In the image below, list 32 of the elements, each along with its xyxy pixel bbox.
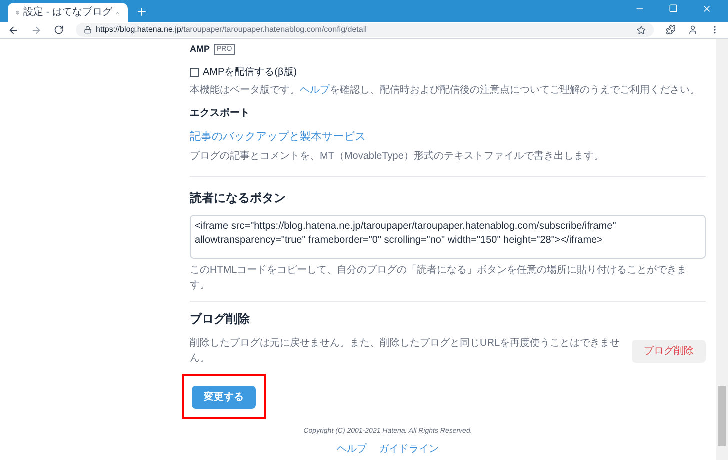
description-text: このHTMLコードをコピーして、自分のブログの「読者になる」ボタンを任意の場所に貼り付けることができます。 (190, 264, 688, 293)
forward-icon[interactable] (31, 24, 42, 36)
new-tab-icon[interactable] (136, 6, 148, 18)
backup-link[interactable]: 記事のバックアップと製本サービス (190, 128, 706, 145)
browser-tab[interactable]: 設定 - はてなブログ (8, 3, 128, 22)
section-heading: ブログ削除 (190, 311, 251, 328)
code-textarea[interactable]: <iframe src="https://blog.hatena.ne.jp/taroupaper/taroupaper.hatenablog.com/subscribe/iframe" allowtransparency="true" frameborder="0" scrolling="no" width="150" height="28"></iframe> (190, 215, 706, 259)
section-heading: 読者になるボタン (190, 190, 287, 207)
description-text: ブログの記事とコメントを、MT（MovableType）形式のテキストファイルで書き出します。 (190, 150, 605, 164)
bookmark-star-icon[interactable] (637, 26, 646, 34)
section-heading: AMP (190, 43, 210, 56)
maximize-icon[interactable] (669, 4, 678, 13)
description-text: 本機能はベータ版です。ヘルプを確認し、配信時および配信後の注意点についてご理解のうえでご利用ください。 (190, 84, 701, 98)
section-heading: エクスポート (190, 106, 251, 120)
profile-icon[interactable] (688, 25, 698, 35)
footer-link[interactable]: ヘルプ (337, 442, 367, 456)
amp-checkbox[interactable] (190, 68, 199, 76)
reload-icon[interactable] (54, 25, 64, 35)
url-text: https://blog.hatena.ne.jp/taroupaper/taroupaper.hatenablog.com/config/detail (96, 24, 367, 36)
tab-title: 設定 - はてなブログ (24, 6, 112, 20)
scrollbar[interactable] (716, 39, 728, 460)
extensions-icon[interactable] (666, 25, 676, 35)
help-link[interactable]: ヘルプ (300, 84, 330, 96)
footer-link[interactable]: ガイドライン (379, 442, 439, 456)
submit-button[interactable]: 変更する (192, 386, 256, 409)
close-icon[interactable] (702, 4, 712, 14)
back-icon[interactable] (8, 24, 19, 36)
lock-icon (84, 26, 92, 34)
delete-blog-button[interactable]: ブログ削除 (632, 340, 706, 362)
address-bar[interactable]: https://blog.hatena.ne.jp/taroupaper/taroupaper.hatenablog.com/config/detail (76, 23, 654, 37)
checkbox-label: AMPを配信する(β版) (203, 66, 298, 80)
description-text: 削除したブログは元に戻せません。また、削除したブログと同じURLを再度使うことはできません。 (190, 336, 622, 366)
